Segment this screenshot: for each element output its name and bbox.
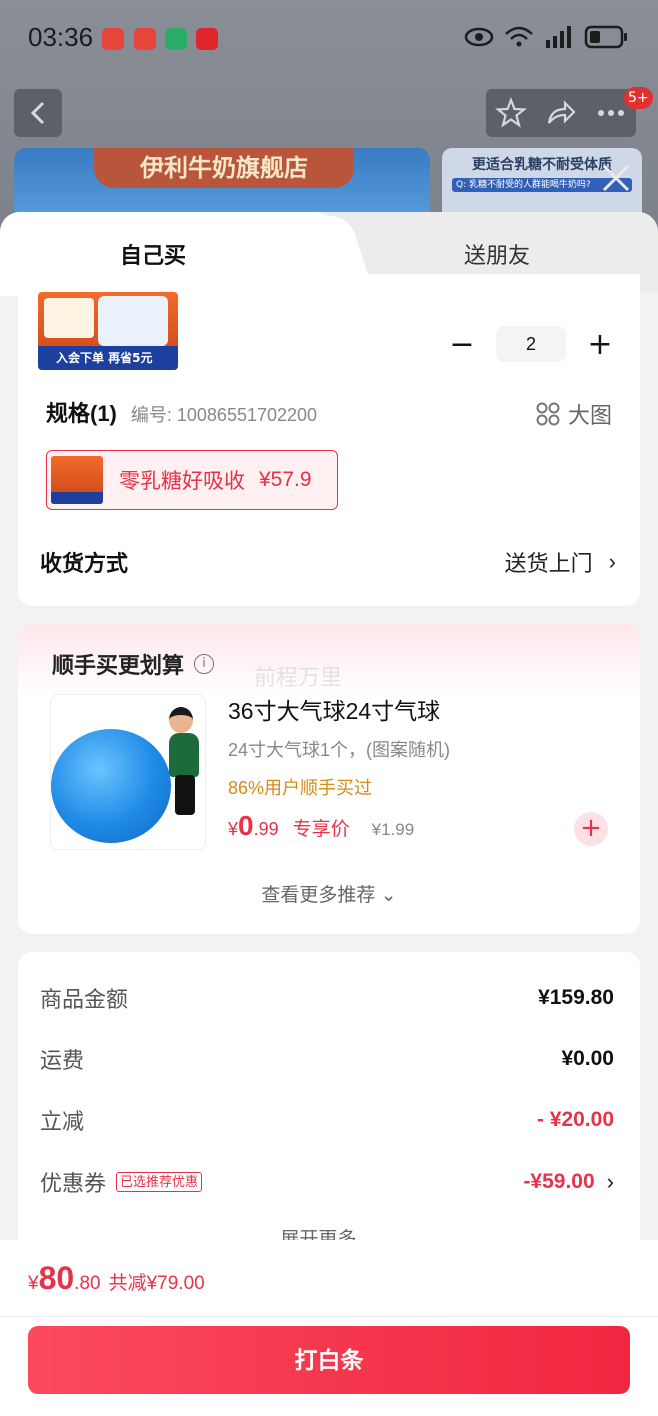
add-to-order-button[interactable]: + <box>574 812 608 846</box>
close-icon[interactable] <box>598 160 634 196</box>
recommend-item-name[interactable]: 36寸大气球24寸气球 <box>228 692 440 726</box>
cost-label: 运费 <box>40 1048 85 1073</box>
chevron-right-icon: › <box>608 549 616 574</box>
spec-header: 规格(1) 编号: 10086551702200 <box>46 396 317 428</box>
spec-option-thumb <box>51 456 103 504</box>
delivery-label: 收货方式 <box>40 551 129 576</box>
price-integer: 0 <box>238 810 254 841</box>
grid-icon <box>536 402 560 426</box>
spec-code: 编号: 10086551702200 <box>130 405 318 425</box>
coupon-value-group: -¥59.00 › <box>523 1169 614 1195</box>
product-box-image <box>44 298 94 338</box>
total-currency: ¥ <box>28 1273 39 1294</box>
coupon-label-group: 优惠券 已选推荐优惠 <box>40 1166 203 1198</box>
recommend-item-popularity: 86%用户顺手买过 <box>228 778 373 798</box>
recommend-item-price: ¥ 0 .99 专享价 ¥1.99 <box>228 810 414 842</box>
divider <box>0 1316 658 1317</box>
recommend-item-desc: 24寸大气球1个，(图案随机) <box>228 740 451 760</box>
exclusive-price-label: 专享价 <box>292 819 350 840</box>
cost-row-shipping: 运费 ¥0.00 <box>40 1043 614 1075</box>
total-saving: 共减¥79.00 <box>108 1273 205 1294</box>
info-icon[interactable]: i <box>194 654 215 674</box>
total-integer: 80 <box>38 1260 75 1296</box>
spec-title: 规格(1) <box>46 401 117 426</box>
cost-label: 立减 <box>40 1109 85 1134</box>
increase-button[interactable]: + <box>580 326 620 362</box>
big-image-button[interactable]: 大图 <box>536 398 612 430</box>
quantity-stepper: − 2 + <box>442 326 620 362</box>
product-card: 入会下单 再省5元 − 2 + 规格(1) 编号: 10086551702200… <box>18 280 640 606</box>
wechat-icon <box>165 28 187 50</box>
product-milk-image <box>98 296 168 346</box>
phone-missed-icon <box>102 28 124 50</box>
coupon-tag: 已选推荐优惠 <box>116 1172 203 1192</box>
chevron-right-icon: › <box>606 1169 614 1194</box>
background-page: 03:36 5+ 伊利牛奶旗舰店 更适合乳糖不耐受体质 Q: 乳糖不耐受的人群能… <box>0 0 658 240</box>
share-icon[interactable] <box>545 97 577 129</box>
cost-label: 优惠券 <box>40 1171 107 1196</box>
member-tag: 入会下单 再省5元 <box>38 346 178 370</box>
chevron-left-icon <box>30 101 45 125</box>
balloon-image <box>51 729 171 843</box>
price-currency: ¥ <box>228 819 239 839</box>
kid-head <box>169 707 193 733</box>
recommend-title: 顺手买更划算 i <box>52 648 215 680</box>
spec-option[interactable]: 零乳糖好吸收 ¥57.9 <box>46 450 338 510</box>
notification-badge: 5+ <box>624 87 653 109</box>
tab-self-buy-label[interactable]: 自己买 <box>120 238 186 270</box>
cost-row-goods: 商品金额 ¥159.80 <box>40 982 614 1014</box>
price-decimal: .99 <box>253 819 279 839</box>
checkout-bar: ¥ 80 .80 共减¥79.00 打白条 <box>0 1240 658 1416</box>
tab-gift-label[interactable]: 送朋友 <box>464 238 530 270</box>
eye-icon <box>464 27 494 47</box>
store-banner-title: 伊利牛奶旗舰店 <box>94 148 354 188</box>
cost-value: ¥159.80 <box>538 986 614 1009</box>
cost-row-coupon[interactable]: 优惠券 已选推荐优惠 -¥59.00 › <box>40 1166 614 1198</box>
cost-value: -¥59.00 <box>523 1170 595 1193</box>
original-price: ¥1.99 <box>371 820 415 839</box>
top-actions <box>486 89 636 137</box>
delivery-value: 送货上门 <box>504 551 593 576</box>
spec-option-price: ¥57.9 <box>259 468 312 491</box>
delivery-value-group: 送货上门 › <box>505 546 616 578</box>
kid-body <box>169 733 199 777</box>
product-thumbnail[interactable]: 入会下单 再省5元 <box>38 292 178 370</box>
cost-value: ¥0.00 <box>561 1047 614 1070</box>
cost-label: 商品金额 <box>40 987 129 1012</box>
taobao-icon <box>134 28 156 50</box>
wifi-icon <box>505 26 533 47</box>
more-recommend-link[interactable]: 查看更多推荐 ⌄ <box>18 880 640 907</box>
cost-row-discount: 立减 - ¥20.00 <box>40 1104 614 1136</box>
pay-button[interactable]: 打白条 <box>28 1326 630 1394</box>
back-button[interactable] <box>14 89 62 137</box>
cost-value: - ¥20.00 <box>536 1108 614 1131</box>
more-icon[interactable] <box>595 97 627 129</box>
total-decimal: .80 <box>74 1273 101 1294</box>
recommend-title-text: 顺手买更划算 <box>52 653 185 678</box>
watermark: 前程万里 <box>254 665 343 690</box>
delivery-row[interactable]: 收货方式 送货上门 › <box>40 546 616 578</box>
recommend-card: 顺手买更划算 i 前程万里 36寸大气球24寸气球 24寸大气球1个，(图案随机… <box>18 624 640 934</box>
status-bar: 03:36 <box>0 0 658 80</box>
battery-icon <box>584 25 627 49</box>
big-image-label: 大图 <box>567 403 612 428</box>
purchase-sheet: 自己买 送朋友 入会下单 再省5元 − 2 + 规格(1) 编号: 100865… <box>0 212 658 1416</box>
jd-icon <box>196 28 218 50</box>
recommend-item-image[interactable] <box>50 694 206 850</box>
order-total: ¥ 80 .80 共减¥79.00 <box>28 1260 205 1297</box>
signal-icon <box>546 26 571 48</box>
quantity-input[interactable]: 2 <box>496 326 566 362</box>
cost-card: 商品金额 ¥159.80 运费 ¥0.00 立减 - ¥20.00 优惠券 已选… <box>18 952 640 1252</box>
star-icon[interactable] <box>495 97 527 129</box>
kid-legs <box>175 775 195 815</box>
decrease-button[interactable]: − <box>442 326 482 362</box>
spec-option-label: 零乳糖好吸收 <box>119 470 245 493</box>
status-time: 03:36 <box>28 22 94 52</box>
status-indicators <box>464 24 628 50</box>
